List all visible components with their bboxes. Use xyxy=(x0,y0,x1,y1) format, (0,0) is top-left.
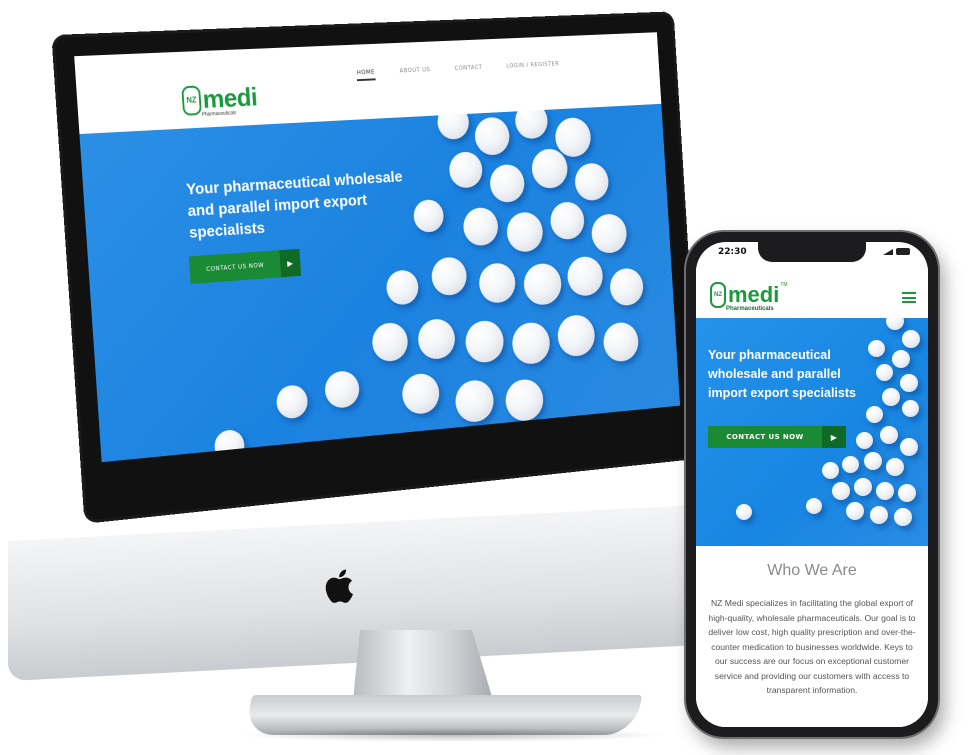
pill-image xyxy=(385,269,420,306)
signal-icon xyxy=(883,248,893,255)
pill-image xyxy=(477,261,517,305)
trademark: TM xyxy=(780,282,788,288)
status-time: 22:30 xyxy=(718,247,747,257)
logo-word: medi xyxy=(728,282,780,307)
phone-notch xyxy=(758,242,866,262)
pill-image xyxy=(736,504,752,520)
nav-login-register[interactable]: LOGIN / REGISTER xyxy=(506,61,560,75)
play-arrow-icon: ▶ xyxy=(822,426,846,448)
pill-image xyxy=(856,432,873,449)
pill-image xyxy=(522,262,563,307)
pill-image xyxy=(416,317,457,361)
logo-subtitle: Pharmaceuticals xyxy=(201,110,237,118)
pill-image xyxy=(822,462,839,479)
phone-logo[interactable]: NZ medi TM Pharmaceuticals xyxy=(710,282,788,312)
pill-image xyxy=(864,452,882,470)
pill-image xyxy=(504,377,545,423)
pill-image xyxy=(590,213,628,255)
pill-image xyxy=(530,147,569,190)
status-icons xyxy=(883,248,910,255)
pill-image xyxy=(213,428,246,463)
pill-image xyxy=(573,162,610,202)
imac-stand-neck xyxy=(353,630,493,700)
pill-image xyxy=(275,383,309,420)
nz-logo-mark-icon: NZ xyxy=(181,84,202,116)
pill-image xyxy=(886,318,904,330)
phone-header: NZ medi TM Pharmaceuticals xyxy=(696,266,928,318)
phone-hero: Your pharmaceutical wholesale and parall… xyxy=(696,318,928,546)
who-we-are-text: NZ Medi specializes in facilitating the … xyxy=(708,598,916,695)
pill-image xyxy=(401,372,441,416)
pill-image xyxy=(854,478,872,496)
pill-image xyxy=(900,438,918,456)
desktop-hero-title: Your pharmaceutical wholesale and parall… xyxy=(185,168,403,242)
phone-mockup: 22:30 NZ medi TM Pharmaceuticals Your ph… xyxy=(686,232,938,737)
pill-image xyxy=(894,508,912,526)
pill-image xyxy=(900,374,918,392)
nav-contact[interactable]: CONTACT xyxy=(454,64,482,77)
phone-contact-button[interactable]: CONTACT US NOW ▶ xyxy=(708,426,846,448)
pill-image xyxy=(454,378,495,424)
desktop-screen: NZ medi Pharmaceuticals HOME ABOUT US CO… xyxy=(51,11,702,524)
logo-subtitle: Pharmaceuticals xyxy=(726,306,774,312)
pill-image xyxy=(488,163,526,204)
pill-image xyxy=(430,256,468,297)
pill-image xyxy=(886,458,904,476)
imac-body: NZ medi Pharmaceuticals HOME ABOUT US CO… xyxy=(8,0,813,742)
desktop-nav: HOME ABOUT US CONTACT LOGIN / REGISTER xyxy=(356,61,560,82)
pill-image xyxy=(882,388,900,406)
hamburger-menu-icon[interactable] xyxy=(902,292,916,303)
pill-image xyxy=(806,498,822,514)
pill-image xyxy=(846,502,864,520)
pill-image xyxy=(876,482,894,500)
pill-image xyxy=(462,206,500,247)
pill-image xyxy=(880,426,898,444)
pill-image xyxy=(505,211,544,253)
pill-image xyxy=(602,321,640,363)
cta-label: CONTACT US NOW xyxy=(206,261,265,273)
phone-hero-title: Your pharmaceutical wholesale and parall… xyxy=(708,348,856,400)
desktop-logo[interactable]: NZ medi Pharmaceuticals xyxy=(181,82,258,118)
play-arrow-icon: ▶ xyxy=(279,248,302,278)
pill-image xyxy=(842,456,859,473)
pill-image xyxy=(892,350,910,368)
pill-image xyxy=(608,267,645,307)
phone-screen: 22:30 NZ medi TM Pharmaceuticals Your ph… xyxy=(696,242,928,727)
pill-image xyxy=(371,321,409,363)
pill-image xyxy=(473,116,511,157)
nz-logo-mark-icon: NZ xyxy=(710,282,726,308)
battery-icon xyxy=(896,248,910,255)
desktop-hero: Your pharmaceutical wholesale and parall… xyxy=(79,103,681,463)
who-we-are-section: Who We Are NZ Medi specializes in facili… xyxy=(696,546,928,727)
desktop-contact-button[interactable]: CONTACT US NOW ▶ xyxy=(188,248,302,284)
apple-logo-icon xyxy=(325,569,353,603)
pill-image xyxy=(323,369,361,410)
pill-image xyxy=(870,506,888,524)
pill-image xyxy=(549,200,586,241)
cta-label: CONTACT US NOW xyxy=(726,433,804,441)
desktop-website: NZ medi Pharmaceuticals HOME ABOUT US CO… xyxy=(74,32,681,463)
pill-image xyxy=(566,255,604,298)
pill-image xyxy=(464,319,505,364)
pill-image xyxy=(898,484,916,502)
nav-about-us[interactable]: ABOUT US xyxy=(399,66,430,79)
pill-image xyxy=(448,150,484,189)
pill-image xyxy=(556,313,596,358)
stand-shadow xyxy=(238,728,668,742)
pill-image xyxy=(866,406,883,423)
pill-image xyxy=(876,364,893,381)
pill-image xyxy=(832,482,850,500)
pill-image xyxy=(902,330,920,348)
nav-home[interactable]: HOME xyxy=(356,68,376,82)
who-we-are-title: Who We Are xyxy=(767,562,857,579)
pill-image xyxy=(902,400,919,417)
pill-image xyxy=(511,321,551,366)
